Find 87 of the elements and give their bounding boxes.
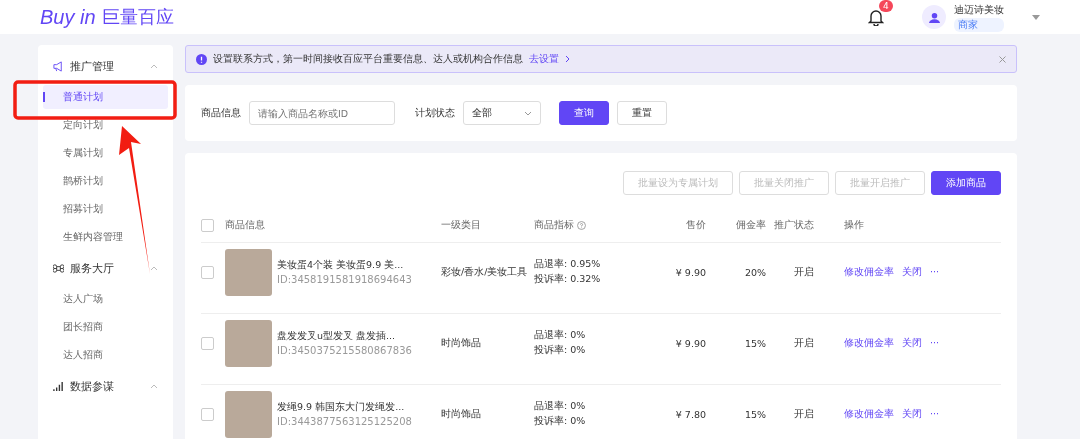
select-all-checkbox[interactable] bbox=[201, 219, 214, 232]
bar-chart-icon bbox=[53, 380, 64, 392]
column-header: 佣金率 bbox=[735, 219, 767, 232]
return-rate: 品退率: 0% bbox=[534, 400, 587, 413]
column-header: 商品指标 bbox=[534, 219, 664, 232]
category-cell-text: 彩妆/香水/美妆工具 bbox=[441, 265, 529, 279]
product-id: ID:3450375215580867836 bbox=[277, 345, 412, 356]
row-action-link[interactable]: 关闭 bbox=[902, 336, 922, 350]
dropdown-icon[interactable] bbox=[1032, 14, 1040, 20]
info-icon bbox=[196, 53, 207, 65]
product-title: 盘发发叉u型发叉 盘发插... bbox=[277, 330, 397, 343]
category-cell-text: 时尚饰品 bbox=[441, 336, 482, 350]
column-header: 商品信息 bbox=[225, 219, 266, 232]
sidebar-item[interactable]: 定向计划 bbox=[43, 113, 168, 137]
notification-badge: 4 bbox=[879, 0, 893, 12]
commission-cell-text: 15% bbox=[743, 337, 767, 349]
row-action-link[interactable]: 关闭 bbox=[902, 407, 922, 421]
row-action-link[interactable]: ··· bbox=[930, 265, 940, 279]
row-checkbox[interactable] bbox=[201, 265, 214, 279]
column-header: 操作 bbox=[844, 219, 865, 232]
settings-link[interactable]: 去设置 bbox=[529, 52, 559, 66]
sidebar-item[interactable]: 普通计划 bbox=[43, 85, 168, 109]
sidebar-item[interactable]: 团长招商 bbox=[43, 315, 168, 339]
commission-cell-text: 20% bbox=[743, 266, 767, 278]
chevron-up-icon[interactable] bbox=[150, 383, 158, 389]
row-action-link[interactable]: 关闭 bbox=[902, 265, 922, 279]
price-cell-text: ¥ 9.90 bbox=[674, 266, 707, 278]
filter-button[interactable]: 重置 bbox=[617, 101, 667, 125]
product-title: 美妆蛋4个装 美妆蛋9.9 美... bbox=[277, 259, 405, 272]
notice-text: 设置联系方式，第一时间接收百应平台重要信息、达人或机构合作信息 bbox=[213, 52, 523, 66]
close-icon[interactable] bbox=[999, 55, 1006, 63]
chevron-down-icon bbox=[524, 110, 532, 116]
chevron-up-icon[interactable] bbox=[150, 265, 158, 271]
megaphone-icon bbox=[53, 60, 64, 72]
sidebar-item[interactable]: 招募计划 bbox=[43, 197, 168, 221]
status-cell-text: 开启 bbox=[793, 336, 815, 350]
column-header: 售价 bbox=[685, 219, 707, 232]
row-action-link[interactable]: ··· bbox=[930, 336, 940, 350]
complaint-rate: 投诉率: 0.32% bbox=[534, 273, 602, 286]
category-cell-text: 时尚饰品 bbox=[441, 407, 482, 421]
logo[interactable]: Buy in 巨量百应 bbox=[40, 5, 868, 29]
photo-placeholder bbox=[225, 390, 272, 438]
sidebar-item[interactable]: 生鲜内容管理 bbox=[43, 225, 168, 249]
chevron-up-icon[interactable] bbox=[150, 63, 158, 69]
return-rate: 品退率: 0.95% bbox=[534, 258, 602, 271]
photo-placeholder bbox=[225, 248, 272, 296]
row-action-link[interactable]: 修改佣金率 bbox=[844, 336, 894, 350]
sidebar-item[interactable]: 鹊桥计划 bbox=[43, 169, 168, 193]
commission-cell-text: 15% bbox=[743, 408, 767, 420]
product-title: 发绳9.9 韩国东大门发绳发... bbox=[277, 401, 406, 414]
sidebar-item[interactable]: 专属计划 bbox=[43, 141, 168, 165]
return-rate: 品退率: 0% bbox=[534, 329, 587, 342]
column-header: 推广状态 bbox=[774, 219, 815, 232]
photo-placeholder bbox=[225, 319, 272, 367]
user-icon bbox=[928, 11, 940, 23]
sidebar-group[interactable]: 推广管理 bbox=[43, 51, 168, 81]
action-button[interactable]: 添加商品 bbox=[931, 171, 1001, 195]
complaint-rate: 投诉率: 0% bbox=[534, 415, 587, 428]
row-action-link[interactable]: 修改佣金率 bbox=[844, 265, 894, 279]
row-action-link[interactable]: 修改佣金率 bbox=[844, 407, 894, 421]
sidebar-item[interactable]: 达人广场 bbox=[43, 287, 168, 311]
row-action-link[interactable]: ··· bbox=[930, 407, 940, 421]
status-select[interactable]: 全部 bbox=[463, 101, 541, 125]
price-cell-text: ¥ 7.80 bbox=[674, 408, 707, 420]
filter-button[interactable]: 查询 bbox=[559, 101, 609, 125]
role-tag: 商家 bbox=[954, 17, 1004, 32]
help-icon[interactable] bbox=[577, 221, 586, 230]
sidebar-group[interactable]: 服务大厅 bbox=[43, 253, 168, 283]
product-search-field[interactable]: 请输入商品名称或ID bbox=[249, 101, 395, 125]
field-label: 商品信息 bbox=[201, 106, 241, 120]
sidebar-group[interactable]: 数据参谋 bbox=[43, 371, 168, 401]
user-name: 迪迈诗美妆 bbox=[954, 2, 1004, 17]
status-cell-text: 开启 bbox=[793, 407, 815, 421]
row-checkbox[interactable] bbox=[201, 407, 214, 421]
bell-icon[interactable] bbox=[868, 8, 884, 26]
price-cell-text: ¥ 9.90 bbox=[674, 337, 707, 349]
chevron-right-icon[interactable] bbox=[565, 55, 570, 63]
sidebar-item[interactable]: 达人招商 bbox=[43, 343, 168, 367]
product-id: ID:3458191581918694643 bbox=[277, 274, 412, 285]
command-icon bbox=[53, 262, 64, 274]
avatar[interactable] bbox=[922, 5, 946, 29]
row-checkbox[interactable] bbox=[201, 336, 214, 350]
product-id: ID:3443877563125125208 bbox=[277, 416, 412, 427]
field-label: 计划状态 bbox=[415, 106, 455, 120]
complaint-rate: 投诉率: 0% bbox=[534, 344, 587, 357]
status-cell-text: 开启 bbox=[793, 265, 815, 279]
column-header: 一级类目 bbox=[441, 219, 482, 232]
